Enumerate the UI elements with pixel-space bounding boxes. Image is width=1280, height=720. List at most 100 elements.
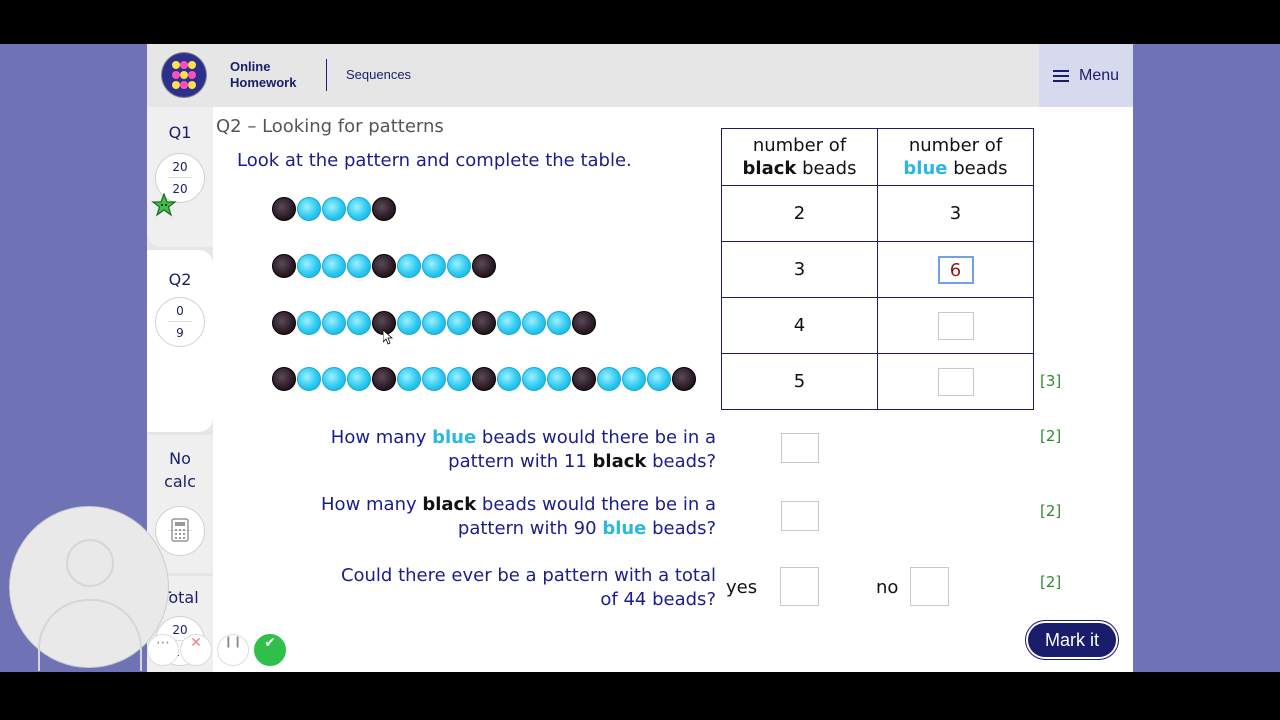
logo-icon <box>162 53 206 97</box>
q2-score-ring: 0 9 <box>155 297 205 347</box>
black-bead <box>472 367 496 391</box>
blue-bead <box>297 254 321 278</box>
yes-checkbox[interactable] <box>780 567 819 606</box>
blue-answer-input[interactable] <box>937 367 974 396</box>
q-black90-kw1: black <box>422 494 477 515</box>
bead-pattern-2 <box>272 254 497 278</box>
webcam-placeholder <box>9 506 169 671</box>
blue-bead <box>322 254 346 278</box>
sidebar-q1[interactable]: Q1 20 20 <box>147 107 213 247</box>
calc-label: No calc <box>147 447 213 493</box>
question-black-beads-90: How many black beads would there be in a… <box>321 493 716 541</box>
black-bead <box>472 254 496 278</box>
app-name-line2: Homework <box>230 75 297 90</box>
blue-bead <box>547 367 571 391</box>
header-black-beads: number of black beads <box>721 128 878 186</box>
sidebar-q2[interactable]: Q2 0 9 <box>147 250 213 432</box>
blue-bead <box>297 311 321 335</box>
menu-label: Menu <box>1078 66 1120 84</box>
blue-bead <box>522 311 546 335</box>
star-icon <box>151 193 177 217</box>
header-blue-line1: number of <box>908 135 1003 156</box>
answer-blue-beads-11-input[interactable] <box>781 433 819 463</box>
blue-bead <box>347 254 371 278</box>
blue-bead <box>447 311 471 335</box>
q-blue11-pre: How many <box>330 427 433 448</box>
no-checkbox[interactable] <box>910 567 949 606</box>
table-row: 4 <box>721 297 1034 354</box>
black-bead <box>672 367 696 391</box>
header-blue-line2: blue beads <box>878 157 1033 180</box>
cell-black: 3 <box>721 241 878 298</box>
check-button[interactable]: ✔ <box>254 634 286 666</box>
cell-blue: 3 <box>877 185 1034 242</box>
blue-answer-input[interactable]: 6 <box>937 255 974 284</box>
blue-bead <box>397 367 421 391</box>
menu-button[interactable]: Menu <box>1039 44 1133 107</box>
answer-black-beads-90-input[interactable] <box>781 501 819 531</box>
q-blue11-line2: pattern with 11 black beads? <box>331 450 716 474</box>
blue-bead <box>297 367 321 391</box>
bead-pattern-4 <box>272 367 697 391</box>
header-blue-beads: number of blue beads <box>877 128 1034 186</box>
q-blue11-mid: beads would there be in a <box>476 427 716 448</box>
blue-bead <box>547 311 571 335</box>
avatar-body <box>38 599 142 671</box>
header-black-line1: number of <box>752 135 847 156</box>
q-blue11-kw2: black <box>592 451 647 472</box>
pattern-table: number of black beads number of blue bea… <box>721 128 1034 410</box>
blue-answer-input[interactable] <box>937 311 974 340</box>
black-bead <box>272 197 296 221</box>
calculator-icon <box>171 518 189 542</box>
blue-bead <box>647 367 671 391</box>
q-total44-line1: Could there ever be a pattern with a tot… <box>340 565 716 586</box>
app-name: Online Homework <box>230 59 296 91</box>
black-bead <box>272 311 296 335</box>
q-black90-line2-post: beads? <box>646 518 716 539</box>
avatar-head <box>66 539 114 587</box>
table-marks: [3] <box>1040 372 1062 390</box>
q-blue11-line2-post: beads? <box>646 451 716 472</box>
q-blue11-line1: How many blue beads would there be in a <box>331 426 716 450</box>
blue-bead <box>422 311 446 335</box>
bead-pattern-3 <box>272 311 597 335</box>
breadcrumb[interactable]: Sequences <box>346 67 411 82</box>
q-black90-marks: [2] <box>1040 502 1062 520</box>
blue-bead <box>397 311 421 335</box>
header-blue-rest: beads <box>947 158 1008 179</box>
blue-bead <box>497 367 521 391</box>
q2-score: 0 <box>176 304 184 318</box>
blue-bead <box>322 367 346 391</box>
pause-button[interactable]: ❙❙ <box>217 634 249 666</box>
q-black90-pre: How many <box>321 494 423 515</box>
mark-it-button[interactable]: Mark it <box>1028 623 1116 657</box>
q2-total: 9 <box>176 326 184 340</box>
table-header-row: number of black beads number of blue bea… <box>721 128 1034 186</box>
blue-bead <box>347 367 371 391</box>
blue-bead <box>447 254 471 278</box>
table-row: 2 3 <box>721 185 1034 242</box>
black-bead <box>572 367 596 391</box>
blue-bead <box>422 367 446 391</box>
more-button[interactable]: ⋯ <box>147 634 179 666</box>
close-button[interactable]: ✕ <box>180 634 212 666</box>
q-blue11-line2-pre: pattern with 11 <box>448 451 593 472</box>
cell-black: 5 <box>721 353 878 410</box>
q-blue11-marks: [2] <box>1040 427 1062 445</box>
yes-label: yes <box>726 577 758 598</box>
q-black90-line2: pattern with 90 blue beads? <box>321 517 716 541</box>
header-black-line2: black beads <box>722 157 877 180</box>
calc-line1: No <box>169 449 191 468</box>
menu-icon <box>1052 69 1069 82</box>
q-blue11-kw1: blue <box>432 427 477 448</box>
header-divider <box>326 59 327 91</box>
q-black90-line2-pre: pattern with 90 <box>457 518 603 539</box>
bead-pattern-1 <box>272 197 397 221</box>
header-blue-keyword: blue <box>903 158 948 179</box>
q-black90-line1: How many black beads would there be in a <box>321 493 716 517</box>
cell-black: 4 <box>721 297 878 354</box>
header-black-keyword: black <box>742 158 797 179</box>
blue-bead <box>497 311 521 335</box>
cell-blue-input-cell: 6 <box>877 241 1034 298</box>
cell-blue-input-cell <box>877 297 1034 354</box>
